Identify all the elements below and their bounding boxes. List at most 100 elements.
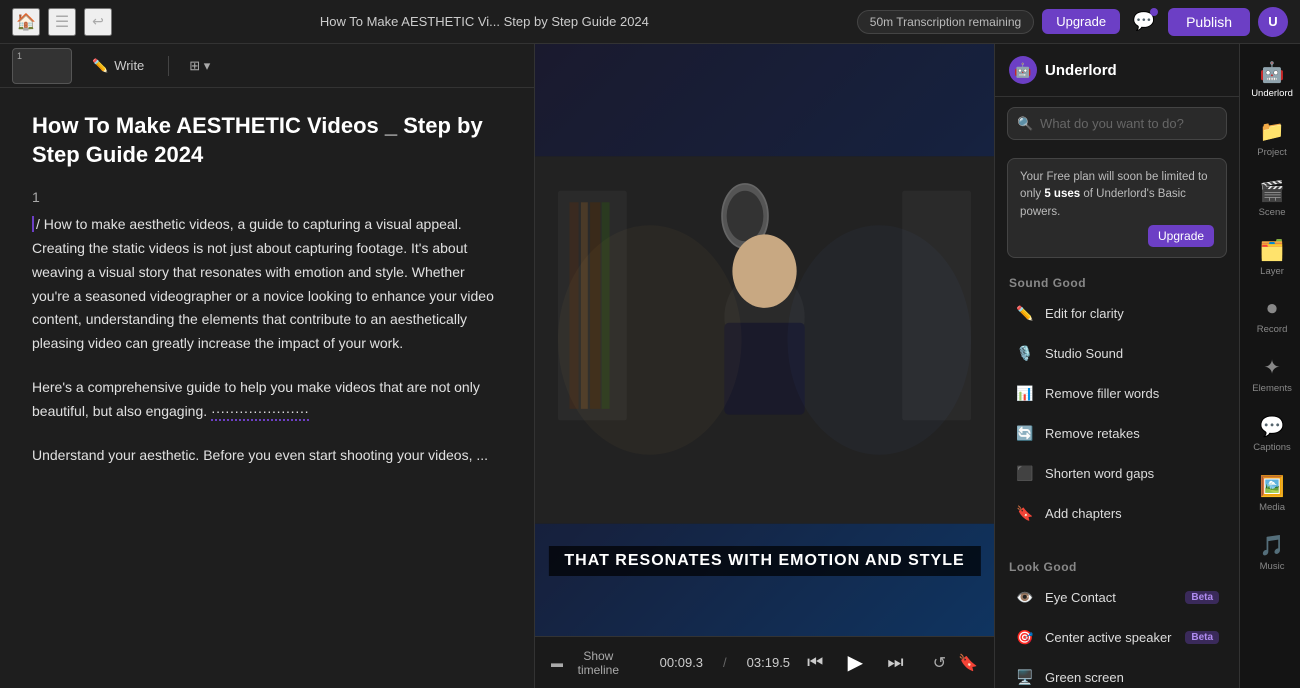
look-good-label: Look Good [995, 550, 1239, 578]
play-button[interactable]: ▶ [840, 645, 870, 681]
toolbar-separator [168, 56, 169, 76]
project-sidebar-label: Project [1257, 147, 1287, 158]
comment-icon[interactable]: 💬 [1128, 6, 1160, 38]
captions-sidebar-label: Captions [1253, 442, 1291, 453]
media-sidebar-icon: 🖼️ [1260, 474, 1285, 499]
underlord-icon: 🤖 [1009, 56, 1037, 84]
total-time: 03:19.5 [747, 655, 790, 670]
main-area: 1 ✏️ Write ⊞ ▾ How To Make AESTHETIC Vid… [0, 44, 1300, 688]
record-sidebar-label: Record [1257, 324, 1288, 335]
dotted-indicator: ····················· [211, 403, 309, 421]
show-timeline-button[interactable]: ▬ Show timeline [551, 649, 628, 677]
feature-item-edit-for-clarity[interactable]: ✏️ Edit for clarity [1001, 295, 1233, 333]
video-panel: THAT RESONATES WITH EMOTION AND STYLE ▬ … [535, 44, 994, 688]
sidebar-item-captions[interactable]: 💬 Captions [1244, 406, 1300, 461]
avatar: U [1258, 7, 1288, 37]
scene-sidebar-icon: 🎬 [1260, 179, 1285, 204]
edit-clarity-icon: ✏️ [1015, 304, 1035, 324]
sidebar-item-music[interactable]: 🎵 Music [1244, 525, 1300, 580]
upgrade-button[interactable]: Upgrade [1042, 9, 1120, 34]
thumbnail-item-1[interactable]: 1 [12, 48, 72, 84]
cursor-indicator: / [32, 216, 44, 232]
comment-badge [1150, 8, 1158, 16]
studio-sound-icon: 🎙️ [1015, 344, 1035, 364]
center-speaker-icon: 🎯 [1015, 628, 1035, 648]
music-sidebar-label: Music [1260, 561, 1285, 572]
publish-button[interactable]: Publish [1168, 8, 1250, 36]
thumbnail-strip: 1 [12, 48, 72, 84]
bookmark-button[interactable]: 🔖 [958, 653, 978, 673]
music-sidebar-icon: 🎵 [1260, 533, 1285, 558]
sidebar-item-media[interactable]: 🖼️ Media [1244, 466, 1300, 521]
script-editor-panel: 1 ✏️ Write ⊞ ▾ How To Make AESTHETIC Vid… [0, 44, 535, 688]
loop-button[interactable]: ↺ [933, 653, 946, 673]
current-time: 00:09.3 [660, 655, 703, 670]
search-box: 🔍 [1007, 107, 1227, 140]
video-controls: ▬ Show timeline 00:09.3 / 03:19.5 ⏮ ▶ ⏭ … [535, 636, 994, 688]
timeline-icon: ▬ [551, 656, 563, 670]
sidebar-item-layer[interactable]: 🗂️ Layer [1244, 230, 1300, 285]
captions-sidebar-icon: 💬 [1260, 414, 1285, 439]
shorten-gaps-icon: ⬛ [1015, 464, 1035, 484]
video-placeholder: THAT RESONATES WITH EMOTION AND STYLE [535, 44, 994, 636]
sidebar-item-project[interactable]: 📁 Project [1244, 111, 1300, 166]
underlord-search-input[interactable] [1007, 107, 1227, 140]
notice-highlight: 5 uses [1044, 188, 1080, 200]
script-section-num: 1 [32, 189, 502, 205]
eye-contact-icon: 👁️ [1015, 588, 1035, 608]
center-speaker-badge: Beta [1185, 631, 1219, 644]
eye-contact-badge: Beta [1185, 591, 1219, 604]
feature-item-eye-contact[interactable]: 👁️ Eye Contact Beta [1001, 579, 1233, 617]
write-button[interactable]: ✏️ Write [80, 53, 156, 79]
thumb-number-1: 1 [17, 51, 22, 61]
project-sidebar-icon: 📁 [1260, 119, 1285, 144]
topbar: 🏠 ☰ ↩ How To Make AESTHETIC Vi... Step b… [0, 0, 1300, 44]
sidebar-item-record[interactable]: ⏺ Record [1244, 290, 1300, 343]
record-sidebar-icon: ⏺ [1267, 298, 1277, 321]
add-chapters-icon: 🔖 [1015, 504, 1035, 524]
search-icon: 🔍 [1017, 116, 1033, 132]
green-screen-icon: 🖥️ [1015, 668, 1035, 688]
feature-item-center-active-speaker[interactable]: 🎯 Center active speaker Beta [1001, 619, 1233, 657]
green-screen-label: Green screen [1045, 670, 1124, 685]
remove-retakes-label: Remove retakes [1045, 426, 1140, 441]
undo-icon[interactable]: ↩ [84, 8, 112, 36]
feature-item-studio-sound[interactable]: 🎙️ Studio Sound [1001, 335, 1233, 373]
feature-item-add-chapters[interactable]: 🔖 Add chapters [1001, 495, 1233, 533]
layout-toggle-button[interactable]: ⊞ ▾ [181, 54, 218, 78]
script-title: How To Make AESTHETIC Videos _ Step by S… [32, 112, 502, 169]
skip-back-button[interactable]: ⏮ [802, 647, 828, 679]
upgrade-notice-button[interactable]: Upgrade [1148, 225, 1214, 247]
remove-filler-icon: 📊 [1015, 384, 1035, 404]
eye-contact-label: Eye Contact [1045, 590, 1116, 605]
time-separator: / [723, 655, 727, 670]
sidebar-item-elements[interactable]: ✦ Elements [1244, 347, 1300, 402]
underlord-panel: 🤖 Underlord 🔍 Your Free plan will soon b… [994, 44, 1239, 688]
write-label: Write [114, 58, 144, 73]
scene-sidebar-label: Scene [1259, 207, 1286, 218]
sidebar-item-scene[interactable]: 🎬 Scene [1244, 171, 1300, 226]
topbar-title: How To Make AESTHETIC Vi... Step by Step… [124, 14, 845, 29]
shorten-gaps-label: Shorten word gaps [1045, 466, 1154, 481]
timeline-label: Show timeline [569, 649, 628, 677]
feature-item-shorten-word-gaps[interactable]: ⬛ Shorten word gaps [1001, 455, 1233, 493]
add-chapters-label: Add chapters [1045, 506, 1122, 521]
remove-retakes-icon: 🔄 [1015, 424, 1035, 444]
home-icon[interactable]: 🏠 [12, 8, 40, 36]
feature-item-remove-filler-words[interactable]: 📊 Remove filler words [1001, 375, 1233, 413]
underlord-sidebar-icon: 🤖 [1260, 60, 1285, 85]
pencil-icon: ✏️ [92, 58, 108, 74]
topbar-left: 🏠 ☰ ↩ [12, 8, 112, 36]
sidebar-item-underlord[interactable]: 🤖 Underlord [1244, 52, 1300, 107]
underlord-header: 🤖 Underlord [995, 44, 1239, 97]
script-paragraph-2: Here's a comprehensive guide to help you… [32, 376, 502, 424]
elements-sidebar-icon: ✦ [1264, 355, 1281, 380]
feature-item-remove-retakes[interactable]: 🔄 Remove retakes [1001, 415, 1233, 453]
feature-item-green-screen[interactable]: 🖥️ Green screen [1001, 659, 1233, 688]
script-paragraph-3: Understand your aesthetic. Before you ev… [32, 444, 502, 468]
skip-forward-button[interactable]: ⏭ [882, 647, 908, 679]
media-sidebar-label: Media [1259, 502, 1285, 513]
sound-good-label: Sound Good [995, 266, 1239, 294]
studio-sound-label: Studio Sound [1045, 346, 1123, 361]
menu-icon[interactable]: ☰ [48, 8, 76, 36]
